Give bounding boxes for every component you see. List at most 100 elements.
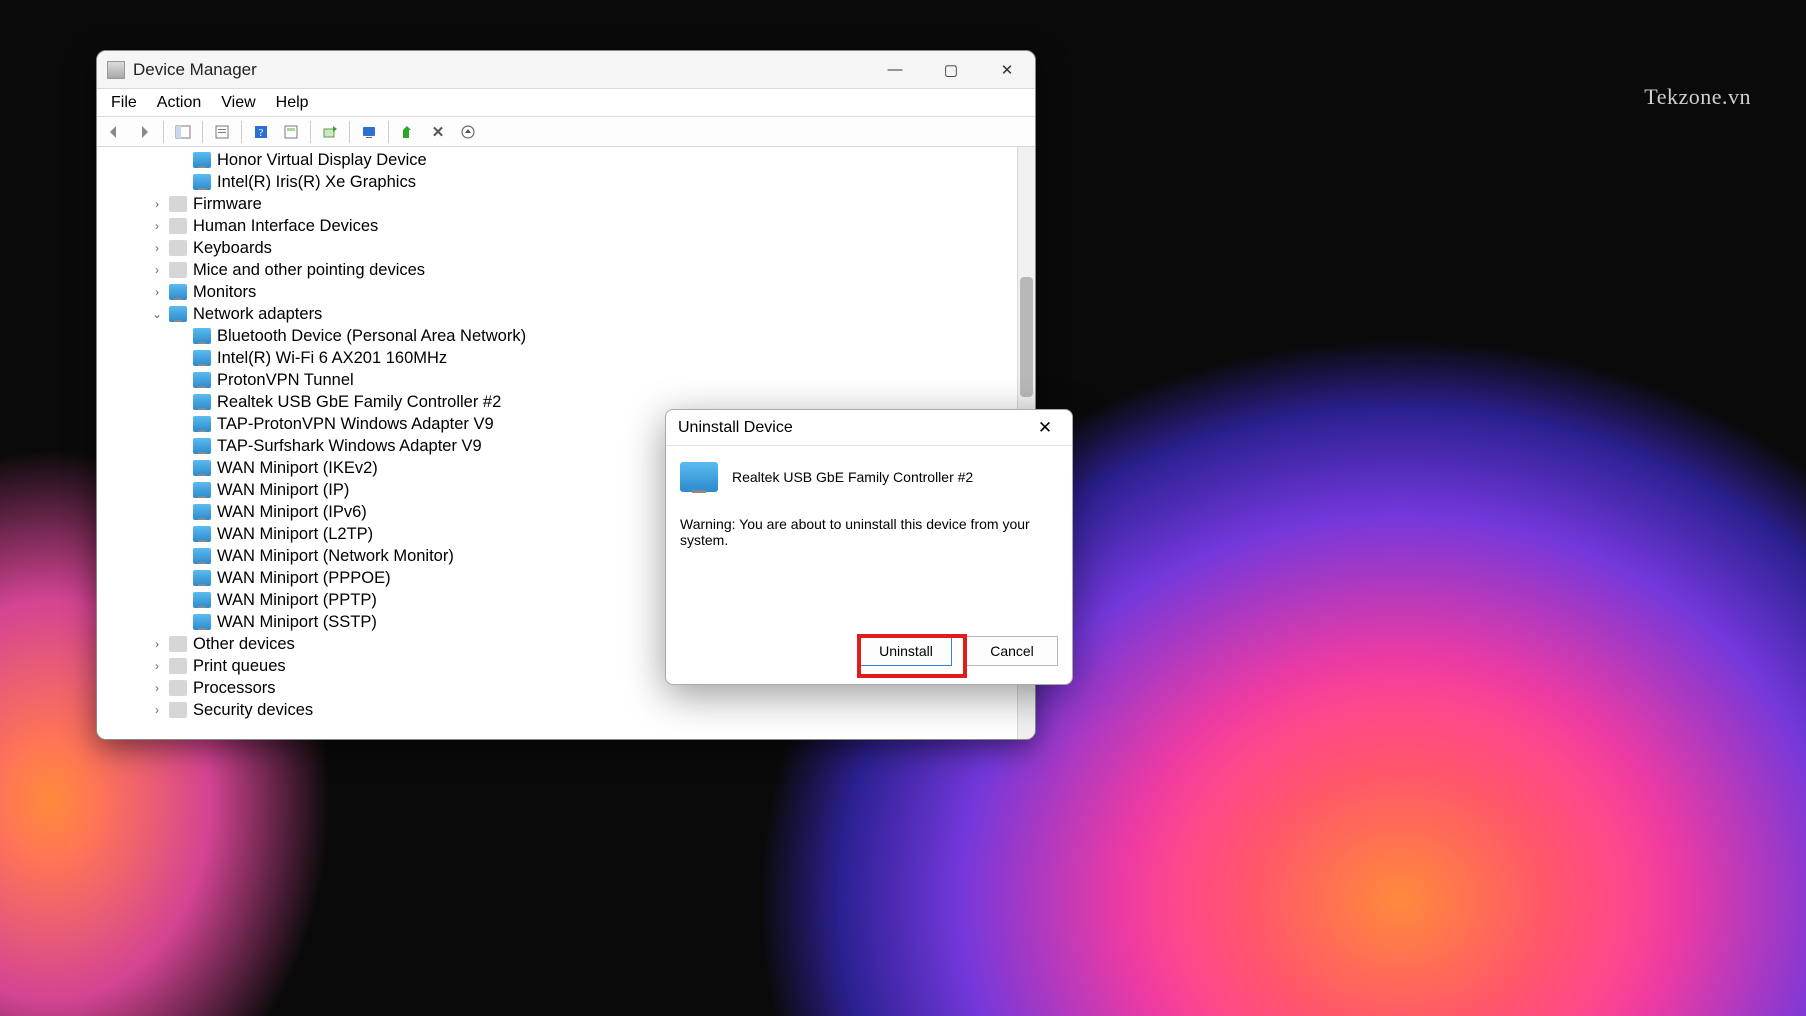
category-icon [169, 196, 187, 212]
tree-item-label: Realtek USB GbE Family Controller #2 [215, 391, 501, 413]
watermark-text: Tekzone.vn [1644, 84, 1751, 110]
monitor-icon [193, 438, 211, 454]
expand-chevron-icon[interactable]: › [149, 699, 165, 721]
category-icon [169, 702, 187, 718]
cancel-button[interactable]: Cancel [966, 636, 1058, 666]
menu-view[interactable]: View [213, 92, 263, 114]
help-button[interactable]: ? [248, 120, 274, 144]
tree-category[interactable]: › Firmware [101, 193, 1015, 215]
add-legacy-hardware-button[interactable] [455, 120, 481, 144]
tree-item-label: Network adapters [191, 303, 322, 325]
tree-device[interactable]: Intel(R) Iris(R) Xe Graphics [101, 171, 1015, 193]
tree-item-label: Monitors [191, 281, 256, 303]
category-icon [169, 658, 187, 674]
window-title: Device Manager [133, 60, 257, 80]
monitor-icon [193, 152, 211, 168]
tree-item-label: Firmware [191, 193, 262, 215]
expand-chevron-icon[interactable]: › [149, 237, 165, 259]
dialog-close-button[interactable]: ✕ [1030, 418, 1060, 438]
scan-hardware-button[interactable] [356, 120, 382, 144]
window-maximize-button[interactable]: ▢ [923, 51, 979, 89]
tree-category[interactable]: › Human Interface Devices [101, 215, 1015, 237]
tree-item-label: WAN Miniport (L2TP) [215, 523, 373, 545]
dialog-title: Uninstall Device [678, 419, 793, 437]
monitor-icon [193, 416, 211, 432]
monitor-icon [193, 174, 211, 190]
tree-device[interactable]: ProtonVPN Tunnel [101, 369, 1015, 391]
menu-action[interactable]: Action [149, 92, 209, 114]
tree-category[interactable]: ⌄ Network adapters [101, 303, 1015, 325]
window-minimize-button[interactable]: — [867, 51, 923, 89]
monitor-icon [193, 614, 211, 630]
category-icon [169, 240, 187, 256]
scrollbar-thumb[interactable] [1020, 277, 1033, 397]
show-hide-tree-button[interactable] [170, 120, 196, 144]
tree-item-label: Keyboards [191, 237, 272, 259]
tree-category[interactable]: › Keyboards [101, 237, 1015, 259]
uninstall-button[interactable]: Uninstall [860, 636, 952, 666]
monitor-icon [169, 306, 187, 322]
monitor-icon [193, 394, 211, 410]
tree-item-label: WAN Miniport (Network Monitor) [215, 545, 454, 567]
expand-chevron-icon[interactable]: › [149, 193, 165, 215]
tree-item-label: Mice and other pointing devices [191, 259, 425, 281]
tree-category[interactable]: › Mice and other pointing devices [101, 259, 1015, 281]
dialog-titlebar[interactable]: Uninstall Device ✕ [666, 410, 1072, 446]
expand-chevron-icon[interactable]: › [149, 677, 165, 699]
tree-item-label: WAN Miniport (SSTP) [215, 611, 377, 633]
update-driver-button[interactable] [317, 120, 343, 144]
menu-file[interactable]: File [103, 92, 145, 114]
network-adapter-icon [680, 462, 718, 492]
tree-item-label: Print queues [191, 655, 286, 677]
expand-chevron-icon[interactable]: › [149, 259, 165, 281]
category-icon [169, 218, 187, 234]
tree-item-label: Other devices [191, 633, 295, 655]
tree-item-label: TAP-Surfshark Windows Adapter V9 [215, 435, 482, 457]
expand-chevron-icon[interactable]: ⌄ [149, 303, 165, 325]
action-button[interactable] [278, 120, 304, 144]
dialog-warning-text: Warning: You are about to uninstall this… [680, 516, 1058, 548]
back-button[interactable] [101, 120, 127, 144]
tree-device[interactable]: Bluetooth Device (Personal Area Network) [101, 325, 1015, 347]
window-close-button[interactable]: ✕ [979, 51, 1035, 89]
menu-help[interactable]: Help [268, 92, 317, 114]
category-icon [169, 680, 187, 696]
expand-chevron-icon[interactable]: › [149, 655, 165, 677]
tree-device[interactable]: Intel(R) Wi-Fi 6 AX201 160MHz [101, 347, 1015, 369]
tree-item-label: Bluetooth Device (Personal Area Network) [215, 325, 526, 347]
monitor-icon [193, 328, 211, 344]
tree-category[interactable]: › Security devices [101, 699, 1015, 721]
expand-chevron-icon[interactable]: › [149, 633, 165, 655]
forward-button[interactable] [131, 120, 157, 144]
category-icon [169, 636, 187, 652]
expand-chevron-icon[interactable]: › [149, 281, 165, 303]
monitor-icon [193, 570, 211, 586]
monitor-icon [193, 526, 211, 542]
properties-button[interactable] [209, 120, 235, 144]
dialog-device-name: Realtek USB GbE Family Controller #2 [732, 469, 973, 485]
tree-device[interactable]: Honor Virtual Display Device [101, 149, 1015, 171]
uninstall-device-button[interactable]: ✕ [425, 120, 451, 144]
tree-item-label: WAN Miniport (IPv6) [215, 501, 367, 523]
toolbar: ? ✕ [97, 117, 1035, 147]
tree-item-label: Intel(R) Wi-Fi 6 AX201 160MHz [215, 347, 447, 369]
svg-text:?: ? [259, 127, 264, 139]
tree-item-label: Processors [191, 677, 276, 699]
tree-item-label: Intel(R) Iris(R) Xe Graphics [215, 171, 416, 193]
monitor-icon [193, 372, 211, 388]
tree-category[interactable]: › Monitors [101, 281, 1015, 303]
expand-chevron-icon[interactable]: › [149, 215, 165, 237]
tree-item-label: TAP-ProtonVPN Windows Adapter V9 [215, 413, 494, 435]
tree-item-label: Human Interface Devices [191, 215, 378, 237]
tree-item-label: Security devices [191, 699, 313, 721]
uninstall-device-dialog: Uninstall Device ✕ Realtek USB GbE Famil… [665, 409, 1073, 685]
titlebar[interactable]: Device Manager — ▢ ✕ [97, 51, 1035, 89]
monitor-icon [193, 548, 211, 564]
disable-device-button[interactable] [395, 120, 421, 144]
monitor-icon [193, 482, 211, 498]
monitor-icon [169, 284, 187, 300]
tree-item-label: WAN Miniport (PPTP) [215, 589, 377, 611]
monitor-icon [193, 350, 211, 366]
tree-item-label: ProtonVPN Tunnel [215, 369, 354, 391]
tree-item-label: WAN Miniport (PPPOE) [215, 567, 391, 589]
